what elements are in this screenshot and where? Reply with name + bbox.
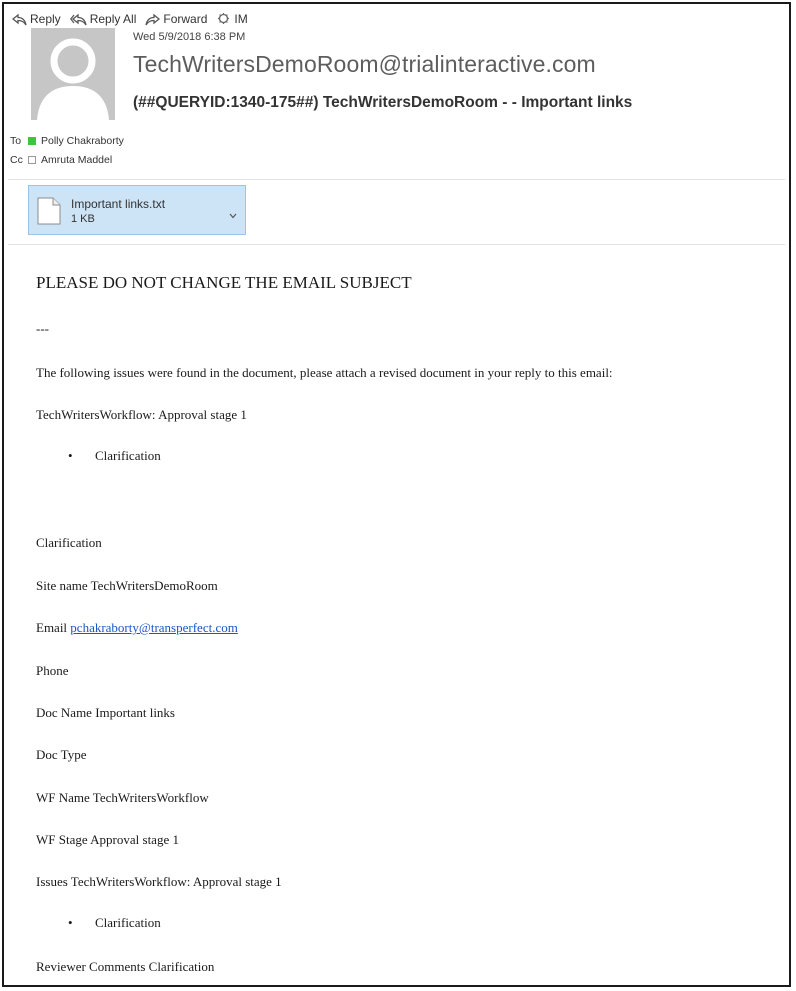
chevron-down-icon[interactable] [229, 206, 237, 224]
body-issues: Issues TechWritersWorkflow: Approval sta… [36, 874, 282, 889]
sender-address[interactable]: TechWritersDemoRoom@trialinteractive.com [133, 51, 596, 78]
body-reviewer-comments: Reviewer Comments Clarification [36, 959, 215, 974]
text-file-icon [37, 197, 61, 230]
reply-all-button[interactable]: Reply All [69, 12, 136, 26]
cc-label: Cc [10, 154, 23, 166]
list-item: • Clarification [68, 915, 161, 930]
body-separator: --- [36, 321, 49, 336]
reply-all-icon [69, 13, 87, 26]
body-doc-name: Doc Name Important links [36, 705, 175, 720]
im-button[interactable]: IM [216, 12, 248, 26]
presence-unknown-icon [28, 156, 36, 164]
sent-date: Wed 5/9/2018 6:38 PM [133, 31, 246, 43]
body-doc-type: Doc Type [36, 747, 87, 762]
body-heading: PLEASE DO NOT CHANGE THE EMAIL SUBJECT [36, 273, 412, 292]
im-icon [216, 12, 231, 26]
cc-recipients: Cc Amruta Maddel [10, 154, 112, 166]
attachment-divider [8, 244, 785, 245]
to-recipients: To Polly Chakraborty [10, 135, 124, 147]
to-recipient-name[interactable]: Polly Chakraborty [41, 135, 124, 147]
email-subject: (##QUERYID:1340-175##) TechWritersDemoRo… [133, 94, 633, 111]
list-item: • Clarification [68, 448, 161, 463]
body-phone: Phone [36, 663, 69, 678]
cc-recipient-name[interactable]: Amruta Maddel [41, 154, 112, 166]
body-wf-stage: WF Stage Approval stage 1 [36, 832, 179, 847]
attachment-item[interactable]: Important links.txt 1 KB [28, 185, 246, 235]
to-label: To [10, 135, 22, 147]
email-link[interactable]: pchakraborty@transperfect.com [70, 620, 238, 635]
email-reading-pane: Reply Reply All Forward IM Wed 5/9/2018 … [2, 2, 791, 987]
body-site-name: Site name TechWritersDemoRoom [36, 578, 218, 593]
body-email-line: Email pchakraborty@transperfect.com [36, 620, 238, 636]
email-label: Email [36, 620, 68, 635]
attachment-name: Important links.txt [71, 197, 166, 211]
header-divider [8, 179, 785, 180]
body-workflow-line: TechWritersWorkflow: Approval stage 1 [36, 407, 247, 422]
reply-icon [12, 13, 27, 26]
forward-icon [145, 13, 161, 26]
sender-avatar [31, 28, 115, 120]
attachment-size: 1 KB [71, 213, 95, 225]
forward-button[interactable]: Forward [145, 12, 207, 26]
reply-button[interactable]: Reply [12, 12, 61, 26]
body-wf-name: WF Name TechWritersWorkflow [36, 790, 209, 805]
presence-available-icon [28, 137, 36, 145]
body-clarification: Clarification [36, 535, 102, 550]
body-intro: The following issues were found in the d… [36, 365, 613, 380]
message-toolbar: Reply Reply All Forward IM [12, 9, 248, 29]
